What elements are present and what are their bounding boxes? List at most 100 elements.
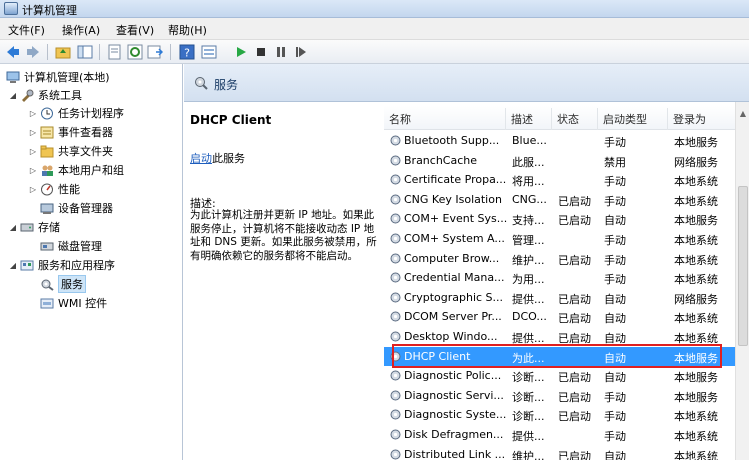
tree-item-system-tools[interactable]: ◢ 系统工具	[8, 86, 82, 104]
service-desc: 此服...	[512, 155, 545, 169]
service-desc: 诊断...	[512, 410, 545, 424]
tree-item-device-manager[interactable]: 设备管理器	[38, 199, 113, 217]
tree-item-storage[interactable]: ◢ 存储	[8, 218, 60, 236]
tree-label: 系统工具	[38, 89, 82, 102]
view-icon[interactable]	[200, 43, 218, 60]
service-row[interactable]: Disk Defragmen... 提供... 手动 本地系统	[384, 425, 736, 445]
service-gear-icon	[389, 212, 402, 225]
service-row[interactable]: Diagnostic Polic... 诊断... 已启动 自动 本地服务	[384, 366, 736, 386]
service-gear-icon	[389, 310, 402, 323]
tree-item-services[interactable]: 服务	[38, 275, 86, 293]
service-row[interactable]: DCOM Server Pr... DCO... 已启动 自动 本地系统	[384, 307, 736, 327]
expand-icon[interactable]: ▷	[28, 128, 38, 137]
tree-item-performance[interactable]: ▷ 性能	[28, 180, 80, 198]
service-row[interactable]: Diagnostic Servi... 诊断... 已启动 手动 本地服务	[384, 386, 736, 406]
service-name: Credential Mana...	[404, 271, 505, 285]
service-desc: 维护...	[512, 253, 545, 267]
stop-service-icon[interactable]	[252, 43, 270, 60]
service-row[interactable]: Certificate Propa... 将用... 手动 本地系统	[384, 170, 736, 190]
tree-label: 性能	[58, 183, 80, 196]
toolbar: ?	[0, 40, 749, 64]
start-service-link[interactable]: 启动	[190, 152, 212, 165]
selected-service-name: DHCP Client	[190, 113, 272, 127]
title-bar: 计算机管理	[0, 0, 749, 18]
column-name[interactable]: 名称	[384, 108, 506, 130]
column-description[interactable]: 描述	[506, 108, 552, 130]
service-startup-type: 手动	[604, 273, 626, 287]
tree-label: 共享文件夹	[58, 145, 113, 158]
menu-view[interactable]: 查看(V)	[116, 22, 154, 38]
service-desc: CNG...	[512, 192, 547, 206]
service-gear-icon	[389, 389, 402, 402]
service-logon: 本地系统	[674, 175, 718, 189]
refresh-icon[interactable]	[126, 43, 144, 60]
service-row[interactable]: COM+ System A... 管理... 手动 本地系统	[384, 229, 736, 249]
vertical-scrollbar[interactable]: ▲	[735, 102, 749, 460]
help-icon[interactable]: ?	[178, 43, 196, 60]
tree-item-services-and-applications[interactable]: ◢ 服务和应用程序	[8, 256, 115, 274]
service-logon: 本地系统	[674, 253, 718, 267]
service-row[interactable]: Computer Brow... 维护... 已启动 手动 本地系统	[384, 249, 736, 269]
service-name: CNG Key Isolation	[404, 192, 502, 206]
restart-service-icon[interactable]	[292, 43, 310, 60]
service-name: Computer Brow...	[404, 251, 500, 265]
menu-file[interactable]: 文件(F)	[8, 22, 45, 38]
service-row[interactable]: Bluetooth Supp... Blue... 手动 本地服务	[384, 131, 736, 151]
tree-label: 本地用户和组	[58, 164, 124, 177]
tree-label: 事件查看器	[58, 126, 113, 139]
properties-icon[interactable]	[106, 43, 124, 60]
service-row[interactable]: BranchCache 此服... 禁用 网络服务	[384, 151, 736, 171]
wmi-icon	[40, 297, 54, 310]
expand-icon[interactable]: ▷	[28, 109, 38, 118]
service-row[interactable]: Credential Mana... 为用... 手动 本地系统	[384, 268, 736, 288]
pause-service-icon[interactable]	[272, 43, 290, 60]
service-startup-type: 自动	[604, 214, 626, 228]
service-gear-icon	[389, 369, 402, 382]
expand-icon[interactable]: ▷	[28, 185, 38, 194]
menu-help[interactable]: 帮助(H)	[168, 22, 207, 38]
service-startup-type: 自动	[604, 449, 626, 460]
service-desc: 管理...	[512, 234, 545, 247]
tree-item-task-scheduler[interactable]: ▷ 任务计划程序	[28, 104, 124, 122]
collapse-icon[interactable]: ◢	[8, 91, 18, 100]
column-log-on-as[interactable]: 登录为	[668, 108, 736, 130]
column-startup-type[interactable]: 启动类型	[598, 108, 668, 130]
expand-icon[interactable]: ▷	[28, 166, 38, 175]
scroll-up-icon[interactable]: ▲	[736, 106, 749, 122]
service-logon: 网络服务	[674, 155, 718, 169]
tree-item-local-users-groups[interactable]: ▷ 本地用户和组	[28, 161, 124, 179]
tree-item-disk-management[interactable]: 磁盘管理	[38, 237, 102, 255]
forward-icon[interactable]	[24, 43, 42, 60]
toolbar-separator	[47, 44, 48, 60]
show-hide-tree-icon[interactable]	[76, 43, 94, 60]
collapse-icon[interactable]: ◢	[8, 261, 18, 270]
start-service-icon[interactable]	[232, 43, 250, 60]
apps-icon	[20, 259, 34, 272]
column-status[interactable]: 状态	[552, 108, 598, 130]
service-gear-icon	[389, 408, 402, 421]
tree-label: 任务计划程序	[58, 107, 124, 120]
folder-icon	[40, 145, 54, 158]
service-row[interactable]: COM+ Event Sys... 支持... 已启动 自动 本地服务	[384, 209, 736, 229]
service-row[interactable]: CNG Key Isolation CNG... 已启动 手动 本地系统	[384, 190, 736, 210]
service-gear-icon	[389, 173, 402, 186]
back-icon[interactable]	[4, 43, 22, 60]
menu-action[interactable]: 操作(A)	[62, 22, 100, 38]
computer-icon	[6, 71, 20, 84]
tree-item-event-viewer[interactable]: ▷ 事件查看器	[28, 123, 113, 141]
service-row[interactable]: Cryptographic S... 提供... 已启动 自动 网络服务	[384, 288, 736, 308]
start-service-suffix: 此服务	[212, 152, 245, 165]
service-status: 已启动	[558, 194, 591, 208]
service-row[interactable]: Diagnostic Syste... 诊断... 已启动 手动 本地系统	[384, 405, 736, 425]
services-icon	[194, 76, 208, 90]
scroll-thumb[interactable]	[738, 186, 748, 346]
tree-item-wmi-control[interactable]: WMI 控件	[38, 294, 107, 312]
service-row[interactable]: Distributed Link ... 维护... 已启动 自动 本地系统	[384, 445, 736, 460]
expand-icon[interactable]: ▷	[28, 147, 38, 156]
export-list-icon[interactable]	[146, 43, 164, 60]
tree-label: 磁盘管理	[58, 240, 102, 253]
tree-item-shared-folders[interactable]: ▷ 共享文件夹	[28, 142, 113, 160]
collapse-icon[interactable]: ◢	[8, 223, 18, 232]
up-folder-icon[interactable]	[54, 43, 72, 60]
tree-item-computer-management[interactable]: 计算机管理(本地)	[4, 68, 110, 86]
